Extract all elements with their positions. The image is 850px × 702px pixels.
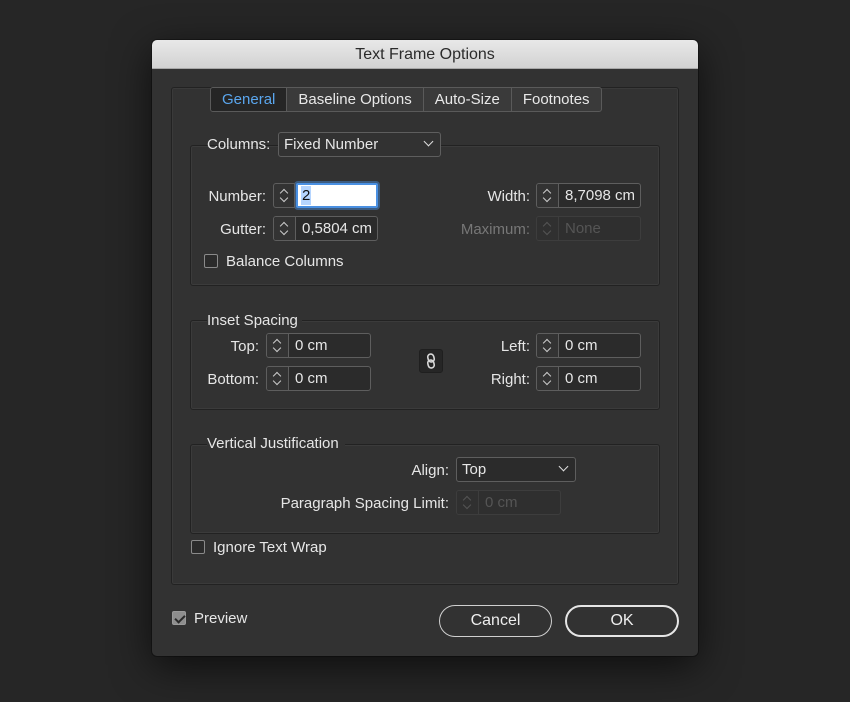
- align-dropdown[interactable]: Top: [456, 457, 576, 482]
- cancel-button[interactable]: Cancel: [439, 605, 552, 637]
- columns-dropdown-value: Fixed Number: [284, 136, 379, 153]
- inset-spacing-title: Inset Spacing: [207, 312, 302, 329]
- inset-left-input[interactable]: 0 cm: [559, 334, 640, 357]
- paragraph-spacing-limit-label: Paragraph Spacing Limit:: [280, 495, 449, 512]
- gutter-stepper[interactable]: 0,5804 cm: [273, 216, 378, 241]
- align-label: Align:: [411, 462, 449, 479]
- stepper-arrows-icon[interactable]: [274, 217, 296, 240]
- stepper-arrows-icon[interactable]: [273, 183, 295, 208]
- columns-label: Columns:: [207, 136, 271, 153]
- columns-dropdown[interactable]: Fixed Number: [278, 132, 441, 157]
- tab-auto-size[interactable]: Auto-Size: [424, 88, 512, 111]
- stepper-arrows-icon: [537, 217, 559, 240]
- inset-left-label: Left:: [500, 338, 530, 355]
- inset-bottom-input[interactable]: 0 cm: [289, 367, 370, 390]
- paragraph-spacing-limit-input: 0 cm: [485, 494, 518, 511]
- number-stepper[interactable]: 2: [273, 183, 378, 208]
- inset-top-label: Top:: [230, 338, 259, 355]
- inset-right-input[interactable]: 0 cm: [559, 367, 640, 390]
- chain-link-icon: [426, 353, 436, 369]
- balance-columns-checkbox[interactable]: [204, 254, 218, 268]
- tab-baseline-options[interactable]: Baseline Options: [287, 88, 424, 111]
- maximum-label: Maximum:: [460, 221, 530, 238]
- inset-top-input[interactable]: 0 cm: [289, 334, 370, 357]
- width-input[interactable]: 8,7098 cm: [559, 184, 640, 207]
- tab-footnotes[interactable]: Footnotes: [512, 88, 601, 111]
- inset-top-stepper[interactable]: 0 cm: [266, 333, 371, 358]
- inset-right-stepper[interactable]: 0 cm: [536, 366, 641, 391]
- window-title: Text Frame Options: [152, 40, 698, 69]
- stepper-arrows-icon[interactable]: [267, 367, 289, 390]
- preview-label: Preview: [194, 610, 248, 627]
- width-stepper[interactable]: 8,7098 cm: [536, 183, 641, 208]
- tab-general[interactable]: General: [211, 88, 288, 111]
- balance-columns-label: Balance Columns: [226, 253, 344, 270]
- vertical-justification-group: [190, 444, 660, 534]
- inset-bottom-label: Bottom:: [207, 371, 259, 388]
- width-label: Width:: [487, 188, 530, 205]
- number-label: Number:: [208, 188, 266, 205]
- chevron-down-icon: [423, 136, 434, 147]
- stepper-arrows-icon[interactable]: [537, 334, 559, 357]
- gutter-input[interactable]: 0,5804 cm: [296, 217, 377, 240]
- vertical-justification-title: Vertical Justification: [207, 435, 345, 452]
- stepper-arrows-icon[interactable]: [537, 367, 559, 390]
- stepper-arrows-icon: [457, 491, 479, 514]
- ignore-text-wrap-label: Ignore Text Wrap: [213, 539, 327, 556]
- stepper-arrows-icon[interactable]: [267, 334, 289, 357]
- maximum-stepper: None: [536, 216, 641, 241]
- inset-right-label: Right:: [490, 371, 530, 388]
- gutter-label: Gutter:: [220, 221, 266, 238]
- tab-bar: General Baseline Options Auto-Size Footn…: [210, 87, 602, 112]
- text-frame-options-dialog: Text Frame Options General Baseline Opti…: [152, 40, 698, 656]
- inset-bottom-stepper[interactable]: 0 cm: [266, 366, 371, 391]
- inset-left-stepper[interactable]: 0 cm: [536, 333, 641, 358]
- chevron-down-icon: [558, 461, 569, 472]
- ok-button[interactable]: OK: [565, 605, 679, 637]
- paragraph-spacing-limit-stepper: 0 cm: [456, 490, 561, 515]
- ignore-text-wrap-checkbox[interactable]: [191, 540, 205, 554]
- number-input[interactable]: 2: [296, 183, 378, 208]
- preview-checkbox[interactable]: [172, 611, 186, 625]
- align-dropdown-value: Top: [462, 461, 487, 478]
- maximum-input: None: [565, 220, 601, 237]
- link-icon[interactable]: [419, 349, 443, 373]
- stepper-arrows-icon[interactable]: [537, 184, 559, 207]
